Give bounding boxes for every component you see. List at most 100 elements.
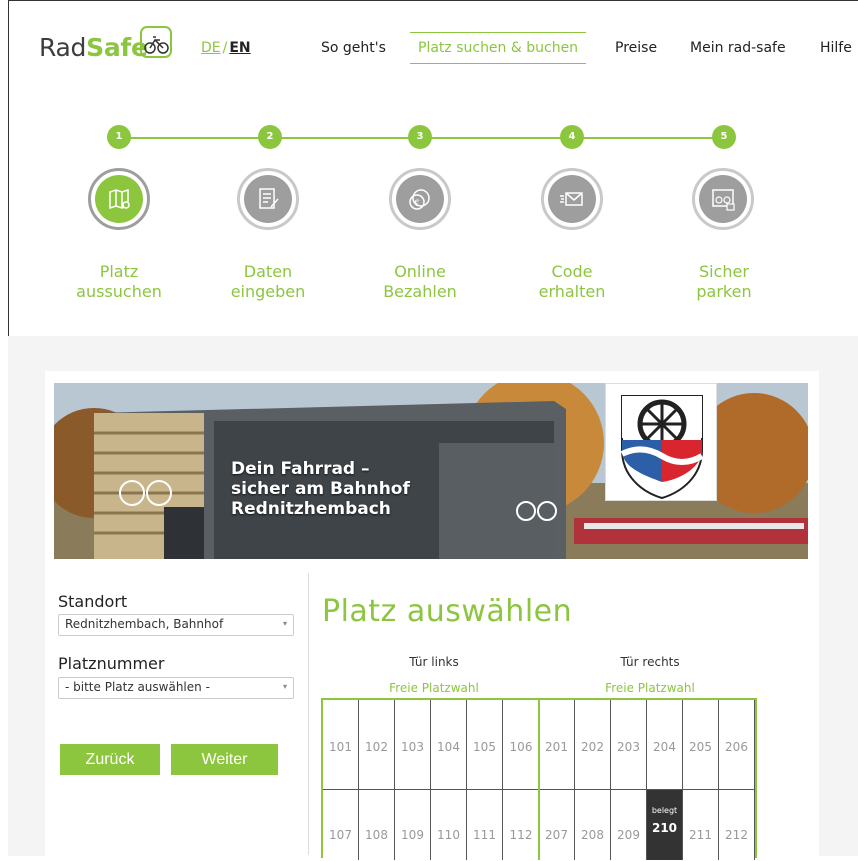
parking-slot-111[interactable]: 111	[467, 790, 503, 860]
step-4-label: Code erhalten	[538, 262, 606, 301]
parking-slot-110[interactable]: 110	[431, 790, 467, 860]
parking-slot-206[interactable]: 206	[719, 700, 755, 789]
nav-preise[interactable]: Preise	[615, 40, 657, 56]
slot-number: 202	[581, 740, 604, 754]
platznummer-select-value: - bitte Platz auswählen -	[65, 680, 210, 694]
step-1-number: 1	[107, 125, 131, 149]
step-4-number: 4	[560, 125, 584, 149]
parking-slot-112[interactable]: 112	[503, 790, 539, 860]
slot-number: 206	[725, 740, 748, 754]
parking-slot-104[interactable]: 104	[431, 700, 467, 789]
slot-number: 208	[581, 828, 604, 842]
parking-slot-204[interactable]: 204	[647, 700, 683, 789]
coat-of-arms	[605, 383, 717, 501]
slot-number: 210	[651, 821, 678, 835]
nav-hilfe[interactable]: Hilfe	[820, 40, 852, 56]
chevron-down-icon: ▾	[282, 619, 287, 628]
free-choice-left-link[interactable]: Freie Platzwahl	[364, 681, 504, 695]
parking-slot-202[interactable]: 202	[575, 700, 611, 789]
standort-select-value: Rednitzhembach, Bahnhof	[65, 617, 224, 631]
step-3-label: Online Bezahlen	[383, 262, 457, 301]
slot-number: 103	[401, 740, 424, 754]
slot-number: 111	[473, 828, 496, 842]
door-right-label: Tür rechts	[620, 655, 680, 669]
slot-number: 104	[437, 740, 460, 754]
next-button[interactable]: Weiter	[171, 744, 278, 775]
parking-slot-207[interactable]: 207	[539, 790, 575, 860]
banner-caption: Dein Fahrrad – sicher am Bahnhof Rednitzhe…	[231, 459, 410, 519]
slot-number: 105	[473, 740, 496, 754]
station-banner-image: Dein Fahrrad – sicher am Bahnhof Rednitzhe…	[54, 383, 808, 559]
step-3-icon-circle: €	[389, 168, 451, 230]
back-button[interactable]: Zurück	[60, 744, 160, 775]
parking-slot-203[interactable]: 203	[611, 700, 647, 789]
lang-en-link[interactable]: EN	[229, 40, 250, 56]
nav-mein-rad-safe[interactable]: Mein rad-safe	[690, 40, 786, 56]
step-5-number: 5	[712, 125, 736, 149]
lang-de-link[interactable]: DE	[201, 40, 221, 56]
map-pin-icon	[109, 188, 130, 210]
parking-slot-grid: 101 102 103 104 105 106 201 202 203 204 205 206 107…	[321, 698, 757, 860]
chevron-down-icon: ▾	[282, 682, 287, 691]
slot-number: 106	[509, 740, 533, 754]
parking-slot-212[interactable]: 212	[719, 790, 755, 860]
parking-slot-103[interactable]: 103	[395, 700, 431, 789]
parking-slot-101[interactable]: 101	[323, 700, 359, 789]
slot-number: 109	[401, 828, 424, 842]
parking-slot-210[interactable]: belegt 210	[647, 790, 683, 860]
language-switch: DE / EN	[201, 40, 251, 56]
slot-number: 101	[329, 740, 352, 754]
parking-slot-211[interactable]: 211	[683, 790, 719, 860]
euro-coin-icon: €	[409, 189, 430, 210]
parking-slot-107[interactable]: 107	[323, 790, 359, 860]
step-1-label: Platz aussuchen	[76, 262, 162, 301]
parking-slot-205[interactable]: 205	[683, 700, 719, 789]
lang-separator: /	[222, 40, 228, 56]
step-2-label: Daten eingeben	[230, 262, 306, 301]
slot-number: 203	[617, 740, 640, 754]
slot-number: 212	[725, 828, 748, 842]
svg-text:€: €	[414, 199, 420, 209]
form-edit-icon	[259, 188, 279, 209]
slot-occupied-badge: belegt	[651, 806, 678, 815]
standort-label: Standort	[58, 592, 128, 611]
slot-number: 204	[653, 740, 676, 754]
step-4-icon-circle	[541, 168, 603, 230]
column-divider	[308, 573, 309, 855]
slot-number: 205	[689, 740, 712, 754]
nav-so-gehts[interactable]: So geht's	[321, 40, 386, 56]
parking-slot-201[interactable]: 201	[539, 700, 575, 789]
bike-logo-icon	[140, 26, 172, 58]
free-choice-right-link[interactable]: Freie Platzwahl	[580, 681, 720, 695]
parking-slot-102[interactable]: 102	[359, 700, 395, 789]
step-3-number: 3	[408, 125, 432, 149]
step-5-icon-circle	[692, 168, 754, 230]
platznummer-label: Platznummer	[58, 654, 165, 673]
bike-lock-icon	[712, 189, 735, 211]
slot-number: 207	[545, 828, 568, 842]
standort-select[interactable]: Rednitzhembach, Bahnhof ▾	[58, 614, 294, 636]
logo[interactable]: RadSafe	[39, 33, 148, 62]
parking-slot-109[interactable]: 109	[395, 790, 431, 860]
parking-slot-208[interactable]: 208	[575, 790, 611, 860]
slot-number: 211	[689, 828, 712, 842]
step-1-icon-circle	[88, 168, 150, 230]
nav-platz-suchen[interactable]: Platz suchen & buchen	[410, 32, 587, 64]
slot-number: 110	[437, 828, 460, 842]
step-2-number: 2	[258, 125, 282, 149]
page-title: Platz auswählen	[322, 594, 573, 629]
parking-slot-105[interactable]: 105	[467, 700, 503, 789]
slot-number: 209	[617, 828, 640, 842]
parking-slot-108[interactable]: 108	[359, 790, 395, 860]
parking-slot-106[interactable]: 106	[503, 700, 539, 789]
slot-number: 102	[365, 740, 388, 754]
slot-number: 107	[329, 828, 352, 842]
step-5-label: Sicher parken	[696, 262, 752, 301]
slot-number: 112	[509, 828, 533, 842]
slot-number: 108	[365, 828, 388, 842]
door-left-label: Tür links	[409, 655, 459, 669]
platznummer-select[interactable]: - bitte Platz auswählen - ▾	[58, 677, 294, 699]
parking-slot-209[interactable]: 209	[611, 790, 647, 860]
step-2-icon-circle	[237, 168, 299, 230]
slot-number: 201	[545, 740, 568, 754]
